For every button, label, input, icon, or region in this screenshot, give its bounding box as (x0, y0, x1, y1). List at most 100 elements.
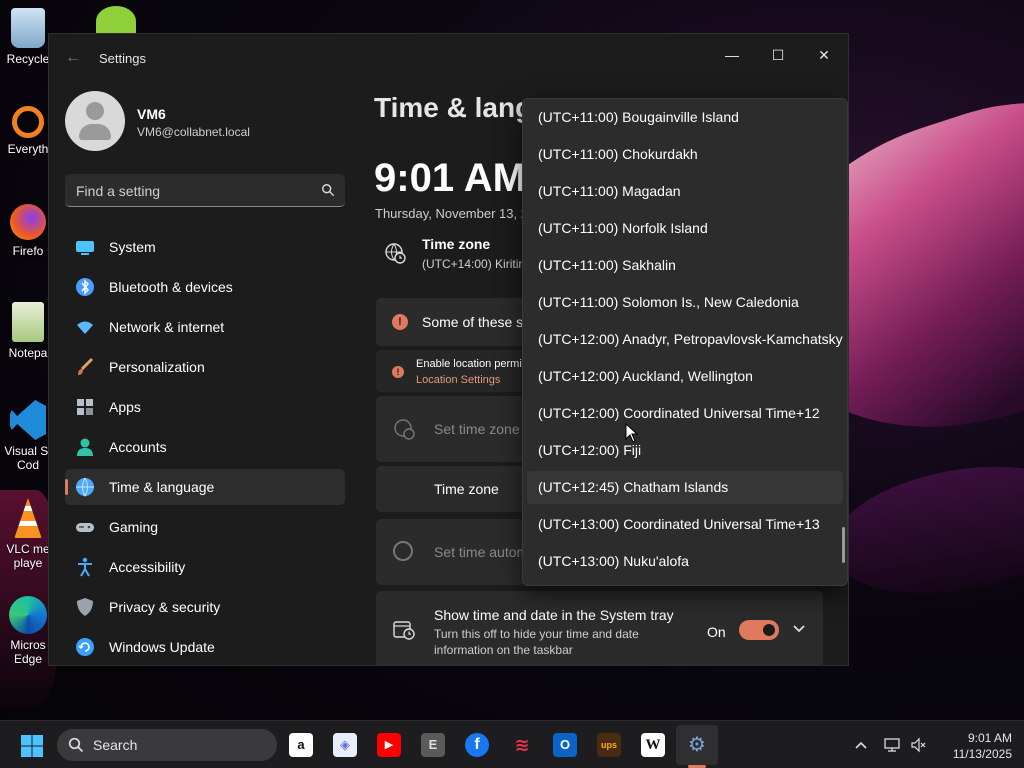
timezone-option[interactable]: (UTC+11:00) Norfolk Island (527, 212, 843, 245)
timezone-option[interactable]: (UTC+12:00) Anadyr, Petropavlovsk-Kamcha… (527, 323, 843, 356)
taskbar-search-label: Search (93, 737, 138, 753)
settings-window: ← Settings — ☐ ✕ VM6 VM6@collabnet.local… (48, 33, 849, 666)
globe-clock-icon (76, 477, 94, 497)
windows-start-icon[interactable] (20, 734, 44, 758)
sidebar-item-privacy[interactable]: Privacy & security (65, 589, 345, 625)
volume-muted-icon[interactable] (911, 737, 927, 753)
sidebar-item-accounts[interactable]: Accounts (65, 429, 345, 465)
page-title: Time & language (374, 92, 524, 123)
gamepad-icon (76, 523, 94, 532)
user-name: VM6 (137, 106, 166, 122)
timezone-option[interactable]: (UTC+11:00) Sakhalin (527, 249, 843, 282)
wifi-icon (77, 321, 93, 334)
avatar (65, 91, 125, 151)
sidebar-item-personalization[interactable]: Personalization (65, 349, 345, 385)
user-profile[interactable]: VM6 VM6@collabnet.local (65, 91, 365, 151)
taskbar-clock[interactable]: 9:01 AM 11/13/2025 (936, 730, 1012, 762)
epic-icon[interactable]: E (421, 733, 445, 757)
location-card: ! Enable location permissions Location S… (376, 350, 526, 392)
timezone-option[interactable]: (UTC+12:00) Auckland, Wellington (527, 360, 843, 393)
calendar-clock-icon (393, 621, 415, 640)
tray-setting-title: Show time and date in the System tray (434, 607, 674, 623)
maximize-button[interactable]: ☐ (755, 40, 801, 70)
current-time: 9:01 AM (374, 156, 524, 200)
sidebar-item-label: Personalization (109, 359, 205, 375)
sidebar-item-network[interactable]: Network & internet (65, 309, 345, 345)
sidebar-item-label: Accounts (109, 439, 167, 455)
chevron-down-icon[interactable] (788, 618, 810, 640)
sidebar-item-label: Time & language (109, 479, 215, 495)
ups-icon[interactable]: ups (597, 733, 621, 757)
sidebar-item-windows-update[interactable]: Windows Update (65, 629, 345, 665)
apps-icon (77, 399, 93, 415)
info-icon: ! (392, 314, 408, 330)
location-settings-link[interactable]: Location Settings (416, 374, 500, 386)
sidebar-item-gaming[interactable]: Gaming (65, 509, 345, 545)
minimize-button[interactable]: — (709, 40, 755, 70)
search-input[interactable]: Find a setting (65, 174, 345, 207)
youtube-icon[interactable]: ▶ (377, 733, 401, 757)
taskbar-search[interactable]: Search (57, 729, 277, 761)
sidebar-item-system[interactable]: System (65, 229, 345, 265)
vscode-icon (10, 400, 46, 440)
bluetooth-icon (76, 278, 94, 296)
timezone-option[interactable]: (UTC+11:00) Chokurdakh (527, 138, 843, 171)
wallpaper-shadow-shape (821, 448, 1024, 612)
dropdown-scrollbar[interactable] (842, 527, 845, 563)
amazon-icon[interactable]: a (289, 733, 313, 757)
timezone-summary: Time zone (UTC+14:00) Kiritimati Island (384, 236, 524, 276)
timezone-option-hovered[interactable]: (UTC+12:45) Chatham Islands (527, 471, 843, 504)
search-placeholder: Find a setting (76, 183, 161, 199)
search-icon (68, 737, 84, 753)
timezone-value: (UTC+14:00) Kiritimati Island (422, 257, 522, 271)
tray-toggle[interactable] (739, 620, 779, 640)
system-tray-clock-row[interactable]: Show time and date in the System tray Tu… (376, 591, 823, 665)
timezone-dropdown-list[interactable]: (UTC+11:00) Bougainville Island (UTC+11:… (522, 98, 848, 586)
timezone-select-row[interactable]: Time zone (376, 466, 526, 512)
set-time-auto-row: Set time automatically (376, 519, 526, 585)
chevron-up-icon[interactable] (853, 737, 869, 753)
window-title: Settings (99, 51, 146, 66)
managed-warning-card: ! Some of these settings are managed (376, 298, 526, 346)
sidebar-item-label: Bluetooth & devices (109, 279, 233, 295)
accessibility-icon (78, 557, 92, 577)
sidebar-item-time-language[interactable]: Time & language (65, 469, 345, 505)
wikipedia-icon[interactable]: W (641, 733, 665, 757)
edge-icon (9, 596, 47, 634)
outlook-icon[interactable]: O (553, 733, 577, 757)
toggle-knob (763, 624, 775, 636)
refresh-icon (76, 638, 94, 656)
back-arrow-icon[interactable]: ← (65, 49, 81, 67)
clock-icon (393, 541, 413, 561)
facebook-icon[interactable]: f (465, 733, 489, 757)
timezone-select-label: Time zone (434, 481, 499, 497)
vlc-icon (14, 498, 42, 538)
brush-icon (78, 357, 94, 375)
sidebar-item-apps[interactable]: Apps (65, 389, 345, 425)
sidebar-item-label: Apps (109, 399, 141, 415)
settings-gear-icon[interactable]: ⚙ (685, 733, 709, 757)
timezone-option[interactable]: (UTC+11:00) Magadan (527, 175, 843, 208)
network-icon[interactable] (884, 737, 900, 753)
timezone-option[interactable]: (UTC+12:00) Fiji (527, 434, 843, 467)
timezone-option[interactable]: (UTC+12:00) Coordinated Universal Time+1… (527, 397, 843, 430)
globe-clock-icon (394, 419, 415, 440)
user-email: VM6@collabnet.local (137, 125, 250, 139)
close-button[interactable]: ✕ (801, 40, 847, 70)
timezone-option[interactable]: (UTC+11:00) Solomon Is., New Caledonia (527, 286, 843, 319)
timezone-option[interactable]: (UTC+13:00) Coordinated Universal Time+1… (527, 508, 843, 541)
copilot-icon[interactable]: ◈ (333, 733, 357, 757)
timezone-label: Time zone (422, 236, 491, 252)
sidebar-item-bluetooth[interactable]: Bluetooth & devices (65, 269, 345, 305)
sidebar-item-label: System (109, 239, 156, 255)
timezone-option[interactable]: (UTC+13:00) Nuku'alofa (527, 545, 843, 578)
app-stripes-icon[interactable]: ≋ (510, 733, 534, 757)
title-bar[interactable]: ← Settings — ☐ ✕ (49, 34, 848, 82)
lime-app-icon[interactable] (96, 6, 136, 36)
clock-time: 9:01 AM (967, 731, 1012, 745)
firefox-icon (10, 204, 46, 240)
sidebar-item-accessibility[interactable]: Accessibility (65, 549, 345, 585)
current-date: Thursday, November 13, 2025 (375, 206, 523, 221)
timezone-option[interactable]: (UTC+11:00) Bougainville Island (527, 101, 843, 134)
monitor-icon (76, 241, 94, 255)
